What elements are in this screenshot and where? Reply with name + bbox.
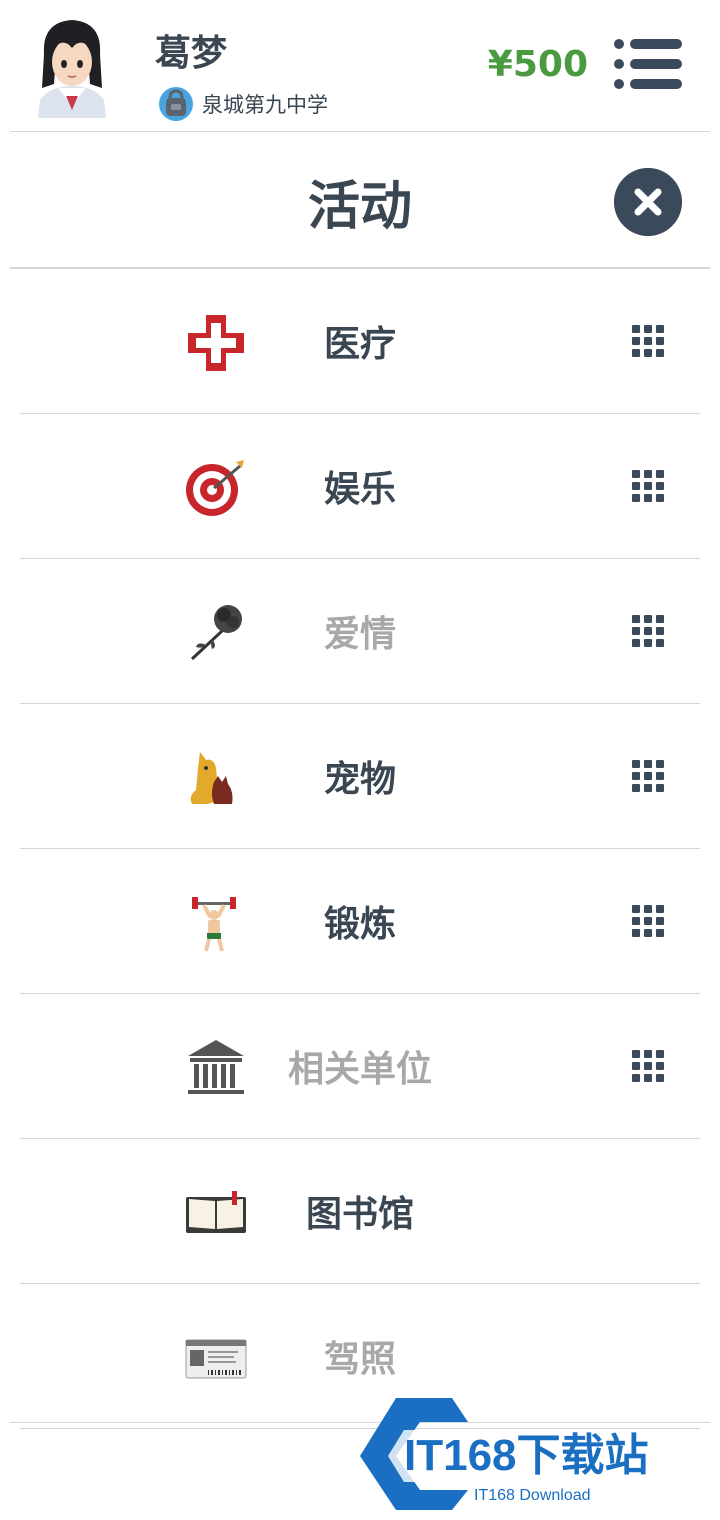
activity-list: 医疗 娱乐 爱情 宠物 锻炼 相关单位 图书馆 驾照 xyxy=(20,269,700,1429)
item-label: 娱乐 xyxy=(323,469,396,510)
app-header: 葛梦 泉城第九中学 ¥500 xyxy=(0,0,720,132)
item-label: 驾照 xyxy=(323,1339,396,1380)
it168-watermark-logo: IT168下载站 IT168 Download xyxy=(360,1398,649,1510)
watermark-sub: IT168 Download xyxy=(474,1487,591,1504)
money-balance: ¥500 xyxy=(487,44,588,85)
school-bag-icon xyxy=(159,87,193,121)
grid-menu-icon[interactable] xyxy=(632,470,664,502)
list-item-love[interactable]: 爱情 xyxy=(20,559,700,704)
list-item-exercise[interactable]: 锻炼 xyxy=(20,849,700,994)
menu-list-icon[interactable] xyxy=(612,36,684,92)
page-title: 活动 xyxy=(307,177,412,237)
grid-menu-icon[interactable] xyxy=(632,325,664,357)
item-label: 医疗 xyxy=(323,324,396,365)
school-info: 泉城第九中学 xyxy=(158,84,328,124)
list-item-pets[interactable]: 宠物 xyxy=(20,704,700,849)
list-item-medical[interactable]: 医疗 xyxy=(20,269,700,414)
watermark-brand: IT168下载站 xyxy=(404,1431,649,1480)
list-item-entertainment[interactable]: 娱乐 xyxy=(20,414,700,559)
list-item-institutions[interactable]: 相关单位 xyxy=(20,994,700,1139)
item-label: 图书馆 xyxy=(305,1194,414,1235)
header-divider xyxy=(10,131,710,132)
grid-menu-icon[interactable] xyxy=(632,1050,664,1082)
close-button[interactable] xyxy=(614,168,682,236)
grid-menu-icon[interactable] xyxy=(632,760,664,792)
list-item-library[interactable]: 图书馆 xyxy=(20,1139,700,1284)
grid-menu-icon[interactable] xyxy=(632,905,664,937)
grid-menu-icon[interactable] xyxy=(632,615,664,647)
item-label: 相关单位 xyxy=(287,1049,432,1090)
user-name: 葛梦 xyxy=(155,33,228,74)
item-label: 爱情 xyxy=(323,614,396,655)
item-label: 宠物 xyxy=(323,759,396,800)
user-avatar[interactable] xyxy=(30,14,114,118)
item-label: 锻炼 xyxy=(323,904,396,945)
school-name: 泉城第九中学 xyxy=(202,93,328,117)
